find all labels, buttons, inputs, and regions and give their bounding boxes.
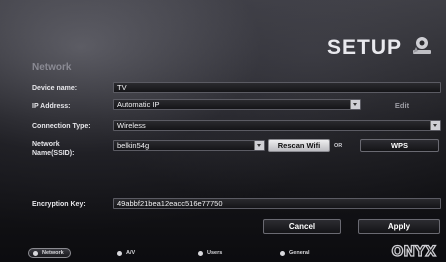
network-dot-icon — [33, 250, 38, 256]
av-dot-icon — [117, 250, 122, 256]
tab-network[interactable]: Network — [28, 248, 71, 258]
tab-users[interactable]: Users — [198, 250, 222, 256]
ssid-dropdown[interactable]: belkin54g — [113, 140, 265, 151]
tab-label: Network — [42, 250, 64, 256]
settings-wrench-icon — [413, 37, 431, 54]
tab-label: Users — [207, 250, 223, 256]
device-name-field[interactable]: TV — [113, 82, 441, 93]
ip-address-dropdown[interactable]: Automatic IP — [113, 99, 361, 110]
ssid-value: belkin54g — [117, 141, 150, 150]
encryption-key-label: Encryption Key: — [32, 201, 86, 208]
setup-screen: SETUP Network Device name: TV IP Address… — [0, 0, 446, 262]
tab-av[interactable]: A/V — [117, 250, 135, 256]
section-title: Network — [32, 62, 72, 73]
cancel-button[interactable]: Cancel — [263, 219, 341, 234]
apply-button[interactable]: Apply — [358, 219, 440, 234]
wps-button[interactable]: WPS — [360, 139, 439, 152]
ip-address-value: Automatic IP — [117, 100, 160, 109]
connection-type-label: Connection Type: — [32, 123, 91, 130]
encryption-key-field[interactable]: 49abbf21bea12eacc516e77750 — [113, 198, 441, 209]
tab-general[interactable]: General — [280, 250, 309, 256]
rescan-wifi-button[interactable]: Rescan Wifi — [268, 139, 330, 152]
general-dot-icon — [280, 250, 285, 256]
chevron-down-icon — [350, 100, 360, 109]
page-title: SETUP — [326, 36, 402, 59]
or-separator: OR — [334, 143, 343, 149]
tab-label: General — [289, 250, 310, 256]
tab-label: A/V — [126, 250, 136, 256]
ip-address-label: IP Address: — [32, 103, 71, 110]
connection-type-value: Wireless — [117, 121, 146, 130]
device-name-label: Device name: — [32, 85, 78, 92]
chevron-down-icon — [430, 121, 440, 130]
brand-logo: ONYX — [391, 243, 437, 260]
ssid-label: Network Name(SSID): — [32, 141, 75, 157]
users-dot-icon — [198, 250, 203, 256]
connection-type-dropdown[interactable]: Wireless — [113, 120, 441, 131]
edit-ip-button[interactable]: Edit — [374, 101, 430, 111]
chevron-down-icon — [254, 141, 264, 150]
